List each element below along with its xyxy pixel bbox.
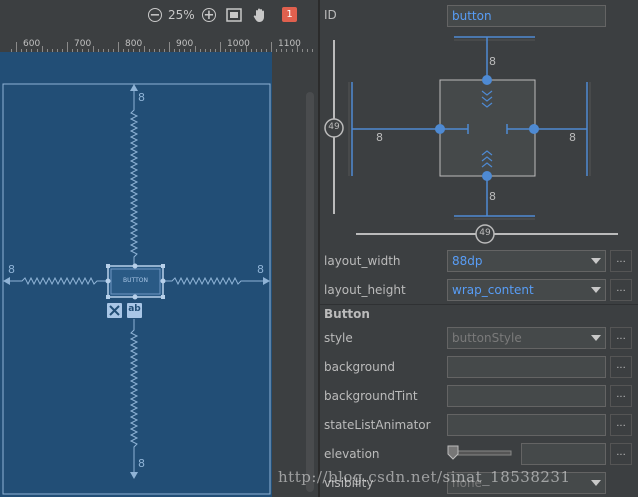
state-list-animator-input[interactable] — [447, 414, 606, 436]
top-constraint-handle[interactable] — [132, 263, 138, 269]
watermark: http://blog.csdn.net/sinat_18538231 — [278, 468, 571, 486]
resize-handle-bottom-left[interactable] — [106, 295, 110, 299]
layout-editor-pane: − 25% + 1 600 700 800 900 1000 1100 BUTT… — [0, 0, 318, 497]
chevron-down-icon — [591, 480, 601, 486]
right-constraint-handle[interactable] — [160, 278, 166, 284]
bottom-constraint-spring — [129, 319, 139, 472]
resize-handle-bottom-right[interactable] — [161, 295, 165, 299]
id-label: ID — [324, 8, 337, 22]
layout-height-more-button[interactable]: ... — [610, 279, 632, 301]
layout-height-dropdown[interactable]: wrap_content — [447, 279, 606, 301]
bottom-constraint-handle[interactable] — [132, 294, 138, 300]
background-label: background — [324, 360, 395, 374]
left-constraint-handle[interactable] — [105, 278, 111, 284]
chevron-down-icon — [591, 335, 601, 341]
canvas-margin-right: 8 — [257, 263, 264, 276]
canvas-margin-top: 8 — [138, 91, 145, 104]
background-input[interactable] — [447, 356, 606, 378]
inspector-margin-right[interactable]: 8 — [569, 131, 576, 144]
state-list-animator-label: stateListAnimator — [324, 418, 431, 432]
elevation-slider-thumb[interactable] — [447, 445, 459, 460]
state-list-animator-more-button[interactable]: ... — [610, 414, 632, 436]
background-tint-label: backgroundTint — [324, 389, 418, 403]
id-field[interactable]: button — [447, 5, 606, 27]
top-constraint-spring — [129, 88, 139, 264]
layout-width-dropdown[interactable]: 88dp — [447, 250, 606, 272]
background-tint-input[interactable] — [447, 385, 606, 407]
layout-width-label: layout_width — [324, 254, 401, 268]
canvas-margin-left: 8 — [8, 263, 15, 276]
background-tint-more-button[interactable]: ... — [610, 385, 632, 407]
layout-width-value: 88dp — [452, 254, 483, 268]
elevation-slider[interactable] — [447, 445, 513, 461]
horizontal-bias-value: 49 — [479, 228, 491, 238]
right-anchor-arrow — [263, 277, 270, 285]
right-constraint-spring — [164, 276, 264, 286]
layout-width-more-button[interactable]: ... — [610, 250, 632, 272]
left-constraint-dot[interactable] — [435, 124, 445, 134]
resize-handle-top-right[interactable] — [161, 264, 165, 268]
chevron-down-icon — [591, 287, 601, 293]
baseline-badge-label: ab — [128, 304, 141, 314]
inspector-margin-bottom[interactable]: 8 — [489, 190, 496, 203]
elevation-input[interactable] — [521, 443, 606, 465]
bottom-anchor-arrow — [130, 472, 138, 479]
elevation-label: elevation — [324, 447, 380, 461]
layout-height-value: wrap_content — [452, 283, 534, 297]
elevation-more-button[interactable]: ... — [610, 443, 632, 465]
resize-handle-top-left[interactable] — [106, 264, 110, 268]
canvas-margin-bottom: 8 — [138, 457, 145, 470]
button-widget-label: BUTTON — [123, 277, 148, 284]
elevation-slider-track — [450, 450, 512, 456]
background-more-button[interactable]: ... — [610, 356, 632, 378]
top-constraint-dot[interactable] — [482, 75, 492, 85]
properties-panel: ID button 8 8 8 8 49 49 layout_width 88d… — [320, 0, 638, 497]
style-label: style — [324, 331, 353, 345]
right-constraint-dot[interactable] — [529, 124, 539, 134]
left-constraint-spring — [8, 276, 106, 286]
left-anchor-arrow — [3, 277, 10, 285]
style-more-button[interactable]: ... — [610, 327, 632, 349]
chevron-down-icon — [591, 258, 601, 264]
top-anchor-arrow — [130, 84, 138, 91]
bottom-constraint-dot[interactable] — [482, 171, 492, 181]
section-divider — [320, 304, 638, 305]
style-value: buttonStyle — [452, 331, 522, 345]
inspector-margin-left[interactable]: 8 — [376, 131, 383, 144]
section-title-button: Button — [324, 307, 370, 321]
vertical-bias-value: 49 — [328, 122, 340, 132]
blueprint-overlay — [2, 83, 271, 495]
style-dropdown[interactable]: buttonStyle — [447, 327, 606, 349]
inspector-margin-top[interactable]: 8 — [489, 55, 496, 68]
layout-height-label: layout_height — [324, 283, 406, 297]
